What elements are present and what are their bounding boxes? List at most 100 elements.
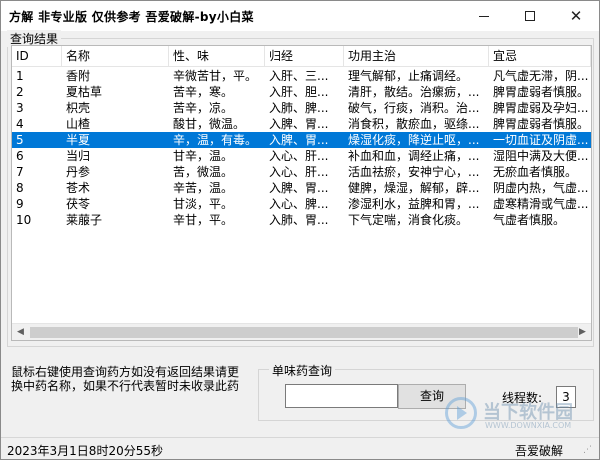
cell-meridian: 入心、肝... (269, 149, 329, 163)
cell-effects: 清肝，散结。治瘰疬，... (348, 85, 480, 99)
column-header-property[interactable]: 性、味 (169, 46, 265, 67)
table-row[interactable]: 2 夏枯草 苦辛，寒。 入肝、胆... 清肝，散结。治瘰疬，... 脾胃虚弱者慎… (12, 84, 591, 100)
table-row[interactable]: 3 枳壳 苦辛，凉。 入肺、脾... 破气，行痰，消积。治... 脾胃虚弱及孕妇… (12, 100, 591, 116)
horizontal-scrollbar[interactable]: ◀ ▶ (12, 323, 591, 340)
cell-contraindications: 虚寒精滑或气虚... (493, 197, 589, 211)
cell-effects: 消食积，散瘀血，驱绦... (348, 117, 480, 131)
cell-name: 枳壳 (66, 101, 91, 115)
cell-id: 10 (16, 213, 32, 227)
cell-meridian: 入肺、脾... (269, 101, 329, 115)
scroll-right-icon[interactable]: ▶ (574, 324, 591, 340)
maximize-button[interactable] (507, 1, 553, 31)
app-window: 方解 非专业版 仅供参考 吾爱破解-by小白菜 ✕ 查询结果 ID 名称 性、味… (0, 0, 600, 460)
cell-meridian: 入脾、胃... (269, 133, 329, 147)
cell-name: 苍术 (66, 181, 91, 195)
cell-contraindications: 一切血证及阴虚... (493, 133, 589, 147)
status-datetime: 2023年3月1日8时20分55秒 (7, 444, 163, 458)
cell-name: 香附 (66, 69, 91, 83)
cell-contraindications: 凡气虚无滞，阴... (493, 69, 589, 83)
cell-name: 山楂 (66, 117, 91, 131)
cell-effects: 燥湿化痰，降逆止呕，... (348, 133, 480, 147)
cell-contraindications: 脾胃虚弱者慎服。 (493, 85, 590, 99)
cell-meridian: 入肝、三... (269, 69, 329, 83)
table-row-selected[interactable]: 5 半夏 辛，温，有毒。 入脾、胃... 燥湿化痰，降逆止呕，... 一切血证及… (12, 132, 591, 148)
cell-property: 辛苦，温。 (173, 181, 234, 195)
close-icon: ✕ (569, 7, 583, 25)
cell-effects: 下气定喘，消食化痰。 (348, 213, 469, 227)
cell-name: 丹参 (66, 165, 91, 179)
watermark-subtext: WWW.DOWNXIA.COM (485, 421, 572, 430)
results-listview[interactable]: ID 名称 性、味 归经 功用主治 宜忌 1 香附 辛微苦甘，平。 入肝、三..… (11, 45, 592, 341)
scroll-left-icon[interactable]: ◀ (12, 324, 29, 340)
cell-name: 夏枯草 (66, 85, 103, 99)
cell-id: 8 (16, 181, 24, 195)
column-header-contraindications[interactable]: 宜忌 (489, 46, 591, 67)
cell-effects: 理气解郁，止痛调经。 (348, 69, 469, 83)
table-row[interactable]: 6 当归 甘辛，温。 入心、肝... 补血和血，调经止痛，... 湿阻中满及大便… (12, 148, 591, 164)
usage-hint: 鼠标右键使用查询药方如没有返回结果请更换中药名称，如果不行代表暂时未收录此药 (11, 365, 240, 393)
status-credit: 吾爱破解 (515, 444, 564, 458)
cell-effects: 活血祛瘀，安神宁心，... (348, 165, 480, 179)
column-header-id[interactable]: ID (12, 46, 62, 67)
cell-contraindications: 湿阻中满及大便... (493, 149, 589, 163)
cell-meridian: 入肺、胃... (269, 213, 329, 227)
cell-effects: 渗湿利水，益脾和胃，... (348, 197, 480, 211)
cell-effects: 补血和血，调经止痛，... (348, 149, 480, 163)
cell-name: 当归 (66, 149, 91, 163)
cell-property: 辛，温，有毒。 (173, 133, 258, 147)
cell-name: 莱菔子 (66, 213, 103, 227)
cell-id: 9 (16, 197, 24, 211)
table-row[interactable]: 10 莱菔子 辛甘，平。 入肺、胃... 下气定喘，消食化痰。 气虚者慎服。 (12, 212, 591, 228)
cell-contraindications: 脾胃虚弱者慎服。 (493, 117, 590, 131)
scrollbar-thumb[interactable] (30, 327, 578, 338)
cell-name: 茯苓 (66, 197, 91, 211)
table-row[interactable]: 9 茯苓 甘淡，平。 入心、脾... 渗湿利水，益脾和胃，... 虚寒精滑或气虚… (12, 196, 591, 212)
cell-meridian: 入心、脾... (269, 197, 329, 211)
status-bar: 2023年3月1日8时20分55秒 吾爱破解 ⋰ (1, 437, 599, 459)
cell-contraindications: 气虚者慎服。 (493, 213, 566, 227)
maximize-icon (525, 11, 535, 21)
cell-id: 6 (16, 149, 24, 163)
cell-meridian: 入脾、胃... (269, 117, 329, 131)
title-bar[interactable]: 方解 非专业版 仅供参考 吾爱破解-by小白菜 ✕ (1, 1, 599, 31)
column-header-name[interactable]: 名称 (62, 46, 169, 67)
window-title: 方解 非专业版 仅供参考 吾爱破解-by小白菜 (9, 10, 254, 24)
cell-meridian: 入肝、胆... (269, 85, 329, 99)
cell-contraindications: 阴虚内热，气虚... (493, 181, 589, 195)
cell-contraindications: 脾胃虚弱及孕妇... (493, 101, 589, 115)
close-button[interactable]: ✕ (553, 1, 599, 31)
cell-id: 1 (16, 69, 24, 83)
cell-effects: 健脾，燥湿，解郁，辟... (348, 181, 480, 195)
cell-id: 4 (16, 117, 24, 131)
cell-meridian: 入脾、胃... (269, 181, 329, 195)
cell-id: 3 (16, 101, 24, 115)
cell-property: 辛微苦甘，平。 (173, 69, 258, 83)
table-row[interactable]: 1 香附 辛微苦甘，平。 入肝、三... 理气解郁，止痛调经。 凡气虚无滞，阴.… (12, 68, 591, 84)
minimize-icon (479, 16, 489, 17)
cell-property: 辛甘，平。 (173, 213, 234, 227)
cell-property: 甘辛，温。 (173, 149, 234, 163)
cell-property: 甘淡，平。 (173, 197, 234, 211)
column-header-effects[interactable]: 功用主治 (344, 46, 489, 67)
cell-id: 5 (16, 133, 24, 147)
resize-grip-icon[interactable]: ⋰ (583, 444, 595, 456)
column-header-meridian[interactable]: 归经 (265, 46, 344, 67)
cell-id: 7 (16, 165, 24, 179)
cell-name: 半夏 (66, 133, 91, 147)
listview-header: ID 名称 性、味 归经 功用主治 宜忌 (12, 46, 591, 67)
cell-effects: 破气，行痰，消积。治... (348, 101, 480, 115)
table-row[interactable]: 8 苍术 辛苦，温。 入脾、胃... 健脾，燥湿，解郁，辟... 阴虚内热，气虚… (12, 180, 591, 196)
minimize-button[interactable] (461, 1, 507, 31)
cell-property: 苦辛，寒。 (173, 85, 234, 99)
cell-property: 酸甘，微温。 (173, 117, 246, 131)
cell-property: 苦，微温。 (173, 165, 234, 179)
watermark: 当下软件园 WWW.DOWNXIA.COM (441, 395, 599, 437)
table-row[interactable]: 7 丹参 苦，微温。 入心、肝... 活血祛瘀，安神宁心，... 无瘀血者慎服。 (12, 164, 591, 180)
cell-contraindications: 无瘀血者慎服。 (493, 165, 578, 179)
cell-id: 2 (16, 85, 24, 99)
watermark-logo-icon (445, 397, 477, 429)
cell-meridian: 入心、肝... (269, 165, 329, 179)
table-row[interactable]: 4 山楂 酸甘，微温。 入脾、胃... 消食积，散瘀血，驱绦... 脾胃虚弱者慎… (12, 116, 591, 132)
search-group-label: 单味药查询 (269, 362, 336, 379)
herb-search-input[interactable] (285, 384, 398, 408)
